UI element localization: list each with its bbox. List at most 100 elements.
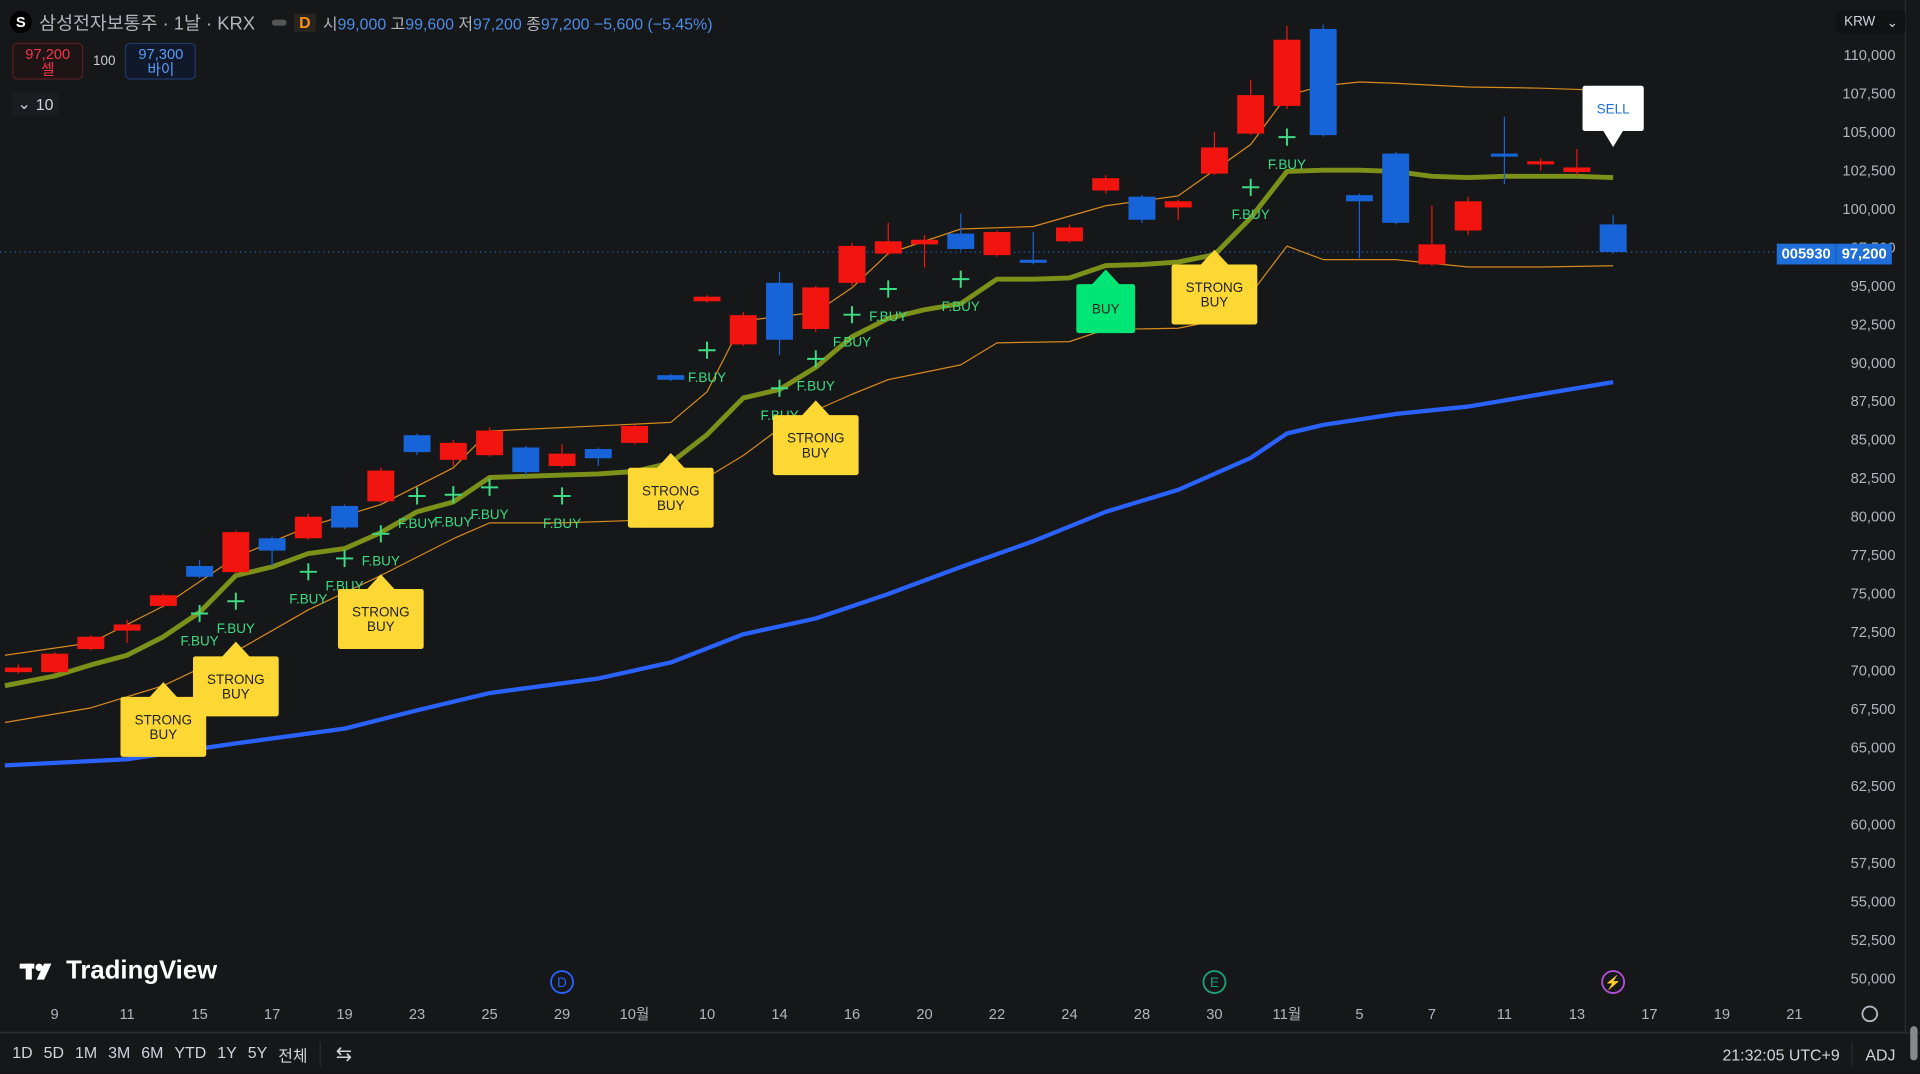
clock[interactable]: 21:32:05 UTC+9 (1722, 1045, 1839, 1063)
candle-body (1164, 201, 1192, 208)
range-6m[interactable]: 6M (141, 1043, 163, 1066)
candle-body (1056, 227, 1083, 242)
range-ytd[interactable]: YTD (174, 1043, 206, 1066)
buy-button[interactable]: 97,300 바이 (125, 42, 197, 80)
signal-pointer (148, 682, 179, 699)
signal-label: BUY (150, 727, 178, 742)
event-label: ⚡ (1605, 974, 1622, 991)
range-5d[interactable]: 5D (44, 1043, 64, 1066)
fbuy-signal: F.BUY (869, 280, 907, 324)
candle-body (1563, 167, 1591, 173)
plus-icon (1242, 178, 1260, 196)
price-tick-label: 50,000 (1851, 971, 1896, 987)
chevron-down-icon: ⌄ (1886, 15, 1898, 31)
candle-body (802, 287, 830, 330)
range-1d[interactable]: 1D (12, 1043, 32, 1066)
range-5y[interactable]: 5Y (248, 1043, 267, 1066)
candle (1345, 193, 1373, 259)
sell-button[interactable]: 97,200 셀 (12, 42, 84, 80)
candle-body (367, 470, 395, 502)
price-tick-label: 57,500 (1851, 856, 1896, 872)
event-marker[interactable]: E (1202, 970, 1227, 994)
time-tick-label: 29 (554, 1007, 570, 1023)
candle-body (331, 505, 359, 528)
symbol-title[interactable]: 삼성전자보통주 · 1날 · KRX (39, 9, 255, 35)
time-tick-label: 19 (1714, 1007, 1730, 1023)
candle (439, 439, 467, 466)
candle (1382, 152, 1410, 225)
candle (1599, 215, 1627, 254)
candle (331, 504, 359, 530)
event-label: D (557, 975, 567, 990)
time-tick-label: 20 (916, 1007, 932, 1023)
candle-body (584, 449, 612, 459)
range-전체[interactable]: 전체 (278, 1043, 307, 1066)
candle-body (258, 538, 286, 551)
indicators-toggle[interactable]: ⌄ 10 (12, 91, 59, 117)
candle (802, 285, 830, 333)
time-tick-label: 7 (1428, 1007, 1436, 1023)
candle-body (403, 435, 431, 453)
time-tick-label: 9 (51, 1007, 59, 1023)
range-1m[interactable]: 1M (75, 1043, 97, 1066)
event-marker[interactable]: ⚡ (1601, 970, 1626, 994)
candle-body (1345, 195, 1373, 202)
time-tick-label: 16 (844, 1007, 860, 1023)
time-tick-label: 21 (1786, 1007, 1802, 1023)
candle-body (693, 296, 721, 302)
plus-icon (227, 592, 245, 610)
time-tick-label: 11 (119, 1007, 134, 1023)
event-label: E (1210, 975, 1219, 990)
price-tick-label: 102,500 (1842, 163, 1895, 179)
candle-body (113, 624, 141, 631)
tradingview-logo-icon (19, 963, 52, 980)
tradingview-logo[interactable]: TradingView (19, 956, 217, 985)
candle (294, 513, 322, 540)
fbuy-label: F.BUY (543, 516, 581, 531)
plus-icon (408, 487, 426, 505)
candle-body (729, 315, 757, 345)
time-tick-label: 22 (989, 1007, 1005, 1023)
price-chart[interactable]: 110,000107,500105,000102,500100,00097,50… (0, 0, 1920, 1074)
price-tick-label: 75,000 (1851, 587, 1896, 603)
price-tick-label: 82,500 (1851, 471, 1896, 487)
signal-pointer (366, 574, 396, 591)
fbuy-label: F.BUY (217, 621, 255, 636)
candle (41, 652, 69, 674)
candle-body (838, 245, 866, 283)
fbuy-label: F.BUY (797, 379, 835, 394)
time-tick-label: 15 (191, 1007, 207, 1023)
candle (766, 272, 793, 356)
fbuy-label: F.BUY (1268, 157, 1306, 172)
signal-label: STRONG (787, 431, 845, 446)
range-1y[interactable]: 1Y (217, 1043, 236, 1066)
candle (222, 530, 250, 574)
signal-label: BUY (367, 619, 395, 634)
candle-body (186, 565, 214, 577)
candle-body (41, 653, 69, 673)
fbuy-label: F.BUY (289, 592, 327, 607)
candle-body (1237, 95, 1265, 134)
signal-label: STRONG (1186, 280, 1244, 295)
candle-body (476, 430, 504, 456)
signal-label: BUY (1092, 302, 1120, 317)
range-3m[interactable]: 3M (108, 1043, 130, 1066)
price-tick-label: 110,000 (1843, 48, 1895, 64)
time-tick-label: 24 (1061, 1007, 1077, 1023)
candle-body (222, 532, 250, 573)
currency-select[interactable]: KRW ⌄ (1836, 9, 1906, 35)
strong-buy-signal: STRONGBUY (192, 641, 279, 717)
price-tick-label: 60,000 (1851, 817, 1896, 833)
time-tick-label: 23 (409, 1007, 425, 1023)
candle-body (657, 375, 685, 380)
goto-date-icon[interactable]: ⇆ (336, 1042, 352, 1066)
buy-signal: BUY (1076, 269, 1136, 334)
event-marker[interactable]: D (550, 970, 574, 994)
adjust-button[interactable]: ADJ (1865, 1045, 1895, 1063)
order-quantity[interactable]: 100 (93, 54, 115, 69)
time-tick-label: 25 (481, 1007, 497, 1023)
fbuy-label: F.BUY (470, 507, 508, 522)
price-tick-label: 107,500 (1842, 86, 1895, 102)
candle (149, 593, 177, 608)
scrollbar[interactable] (1910, 1026, 1918, 1061)
